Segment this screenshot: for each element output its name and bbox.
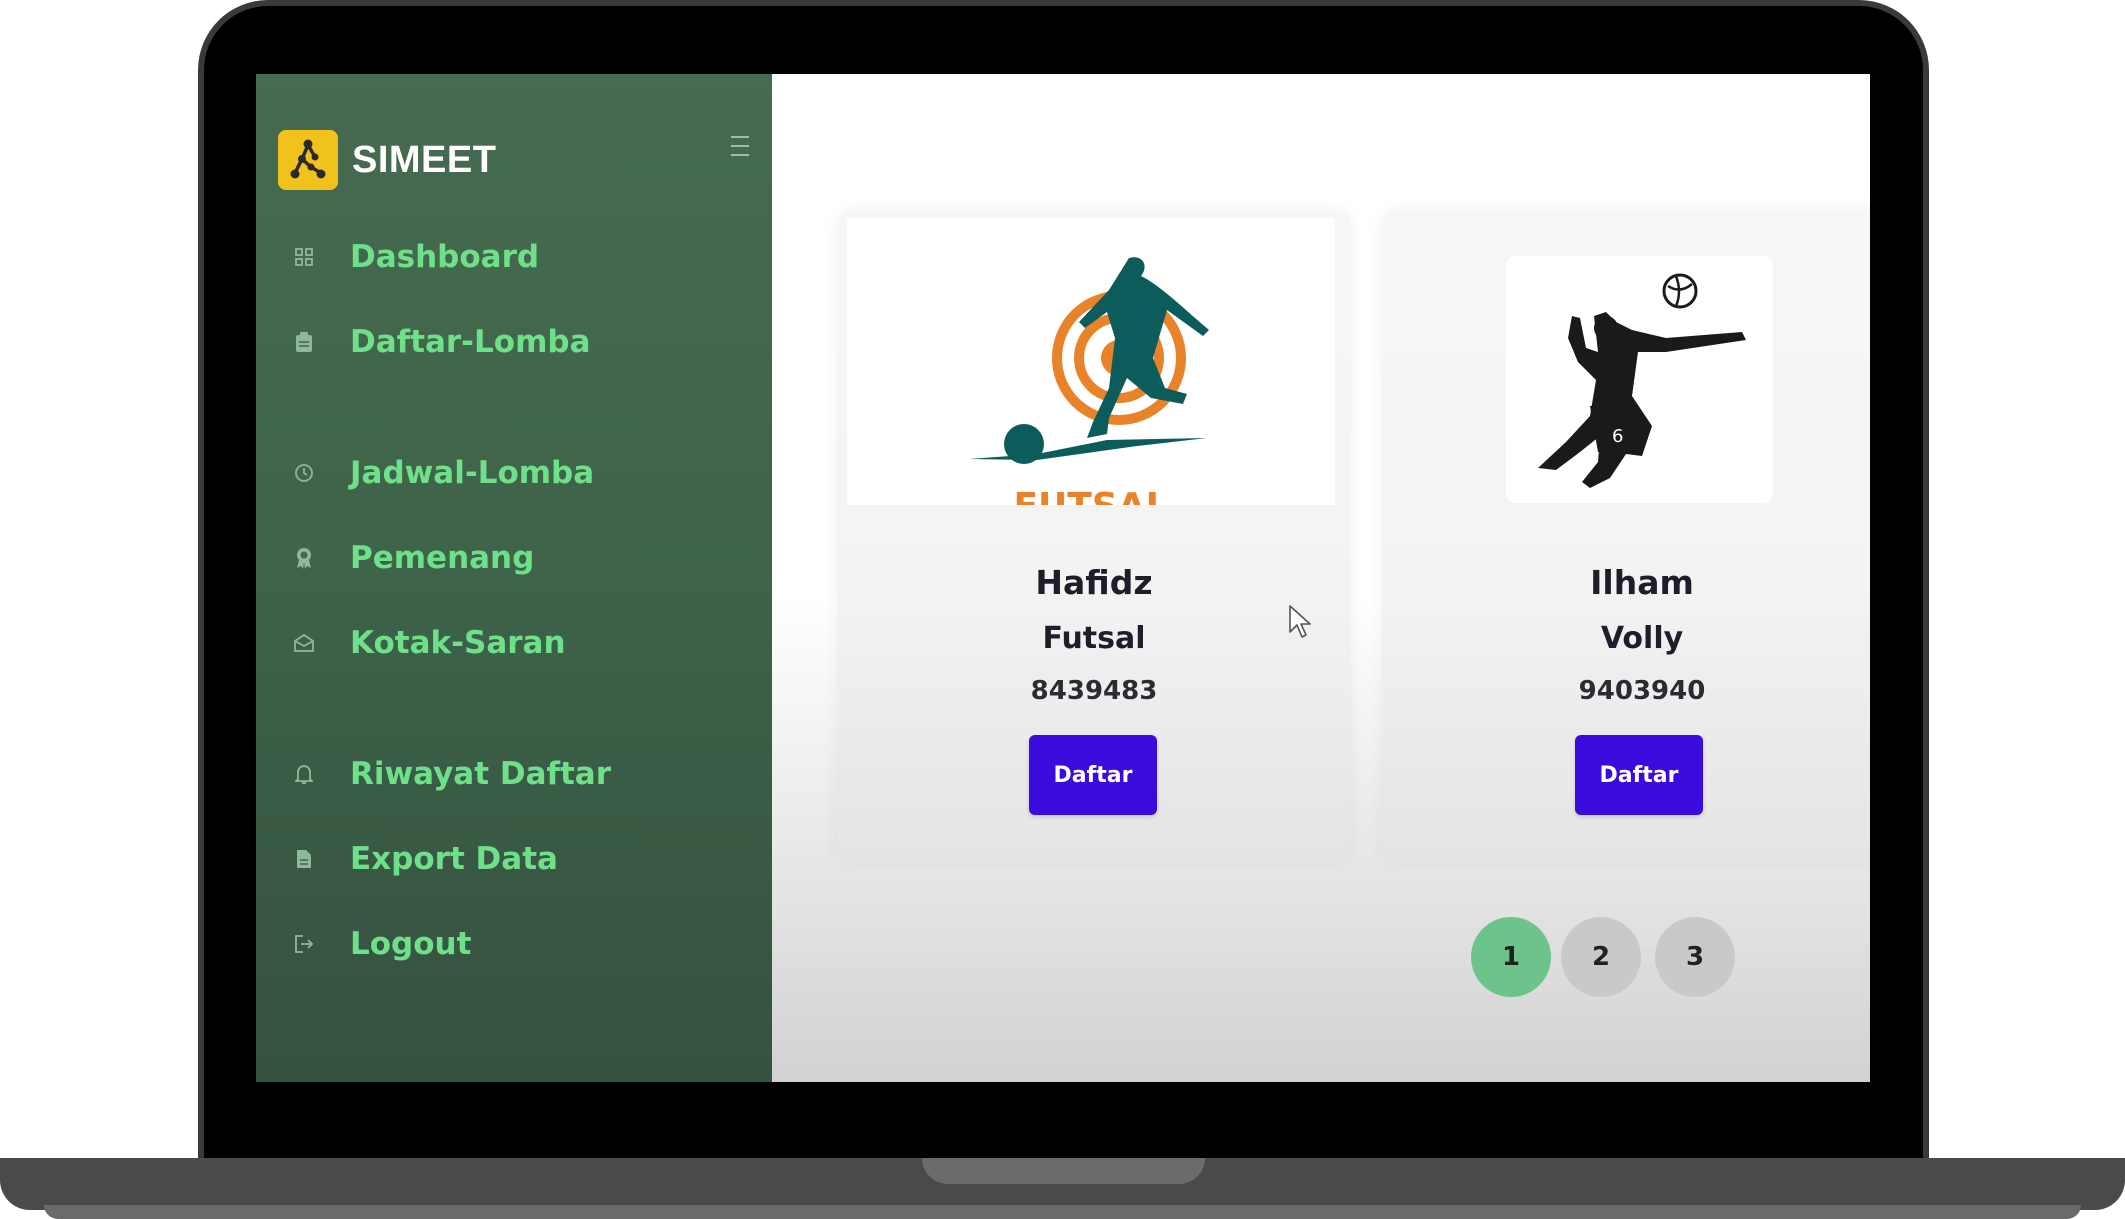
- network-nodes-icon: [278, 130, 338, 190]
- main-content: FUTSAL Hafidz Futsal 8439483 Daftar 6 Il…: [772, 74, 1870, 1082]
- sidebar-item-label: Export Data: [350, 841, 558, 877]
- laptop-notch: [922, 1158, 1205, 1184]
- logout-icon: [292, 932, 316, 956]
- sport-name: Volly: [1600, 621, 1684, 656]
- page-button-3[interactable]: 3: [1655, 917, 1735, 997]
- mouse-cursor-icon: [1288, 604, 1314, 640]
- clipboard-icon: [292, 330, 316, 354]
- sidebar-item-logout[interactable]: Logout: [292, 919, 471, 969]
- sidebar-item-label: Jadwal-Lomba: [350, 455, 595, 491]
- svg-text:FUTSAL: FUTSAL: [1013, 486, 1168, 505]
- sidebar-item-label: Daftar-Lomba: [350, 324, 591, 360]
- sidebar-item-jadwal-lomba[interactable]: Jadwal-Lomba: [292, 448, 594, 498]
- brand[interactable]: SIMEET: [278, 130, 496, 190]
- app-screen: SIMEET Dashboard Daftar-Lomba Jadwal-Lom…: [256, 74, 1870, 1082]
- bell-icon: [292, 762, 316, 786]
- hamburger-menu-icon[interactable]: [728, 132, 752, 160]
- participant-code: 8439483: [1030, 676, 1158, 706]
- page-button-1[interactable]: 1: [1471, 917, 1551, 997]
- brand-name: SIMEET: [352, 138, 497, 181]
- sidebar-item-label: Pemenang: [350, 540, 535, 576]
- competition-card: FUTSAL Hafidz Futsal 8439483 Daftar: [837, 210, 1351, 862]
- sidebar-item-export-data[interactable]: Export Data: [292, 834, 558, 884]
- sidebar-item-label: Dashboard: [350, 239, 540, 275]
- daftar-button[interactable]: Daftar: [1029, 735, 1157, 815]
- sidebar-item-dashboard[interactable]: Dashboard: [292, 232, 539, 282]
- sidebar-item-kotak-saran[interactable]: Kotak-Saran: [292, 618, 566, 668]
- sport-name: Futsal: [1042, 621, 1146, 656]
- mail-open-icon: [292, 631, 316, 655]
- sidebar-item-label: Kotak-Saran: [350, 625, 566, 661]
- award-icon: [292, 546, 316, 570]
- svg-text:6: 6: [1612, 426, 1623, 447]
- daftar-button[interactable]: Daftar: [1575, 735, 1703, 815]
- competition-card: 6 Ilham Volly 9403940 Daftar: [1382, 210, 1870, 862]
- laptop-base-shadow: [44, 1205, 2081, 1219]
- volleyball-player-icon: 6: [1506, 256, 1773, 503]
- file-icon: [292, 847, 316, 871]
- participant-name: Hafidz: [1035, 563, 1153, 602]
- sidebar-item-label: Riwayat Daftar: [350, 756, 612, 792]
- participant-name: Ilham: [1590, 563, 1694, 602]
- sidebar-item-riwayat-daftar[interactable]: Riwayat Daftar: [292, 749, 611, 799]
- sidebar: SIMEET Dashboard Daftar-Lomba Jadwal-Lom…: [256, 74, 772, 1082]
- sidebar-item-label: Logout: [350, 926, 472, 962]
- page-button-2[interactable]: 2: [1561, 917, 1641, 997]
- grid-icon: [292, 245, 316, 269]
- sidebar-item-pemenang[interactable]: Pemenang: [292, 533, 534, 583]
- sidebar-item-daftar-lomba[interactable]: Daftar-Lomba: [292, 317, 591, 367]
- futsal-player-icon: FUTSAL: [847, 218, 1335, 505]
- participant-code: 9403940: [1578, 676, 1706, 706]
- clock-icon: [292, 461, 316, 485]
